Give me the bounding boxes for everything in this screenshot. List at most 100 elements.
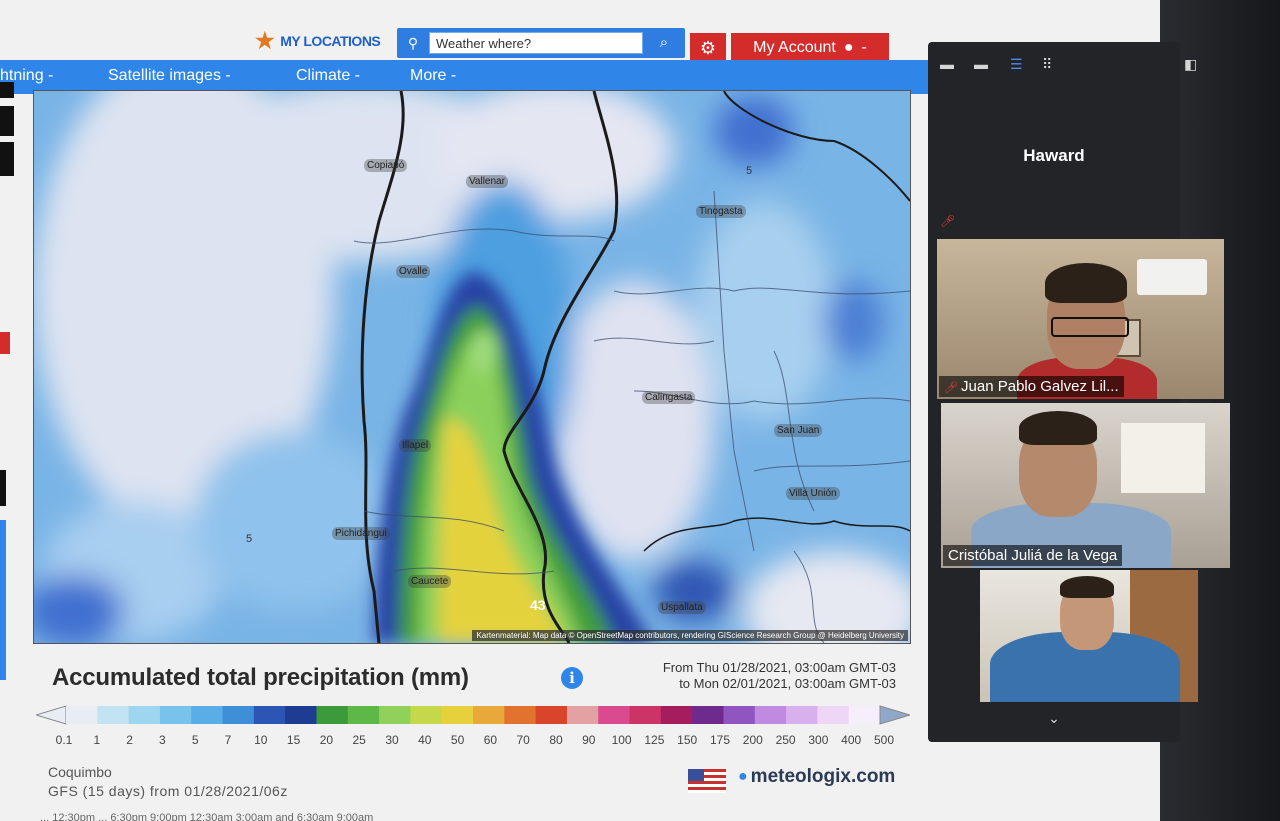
sidebar-tool[interactable] [0,470,6,506]
my-locations-link[interactable]: ★ MY LOCATIONS [255,28,381,54]
raindrop-icon: ● [738,768,748,785]
nav-more[interactable]: More - [410,67,456,85]
search-icon[interactable]: ⌕ [649,32,679,54]
video-call-panel: ▬ ▬ ☰ ⠿ ◧ Haward 🎤︎ 🎤︎ Juan Pablo Galvez… [928,42,1230,742]
scale-swatch [347,706,380,724]
search-input[interactable] [429,32,643,54]
scale-swatch [629,706,662,724]
scale-swatch [222,706,255,724]
main-nav: htning - Satellite images - Climate - Mo… [0,60,930,94]
scale-tick-label: 20 [319,733,334,747]
chevron-down-icon[interactable]: ⌄ [928,710,1180,727]
participant-tile[interactable]: Cristóbal Juliá de la Vega [941,403,1230,568]
map-value: 5 [746,165,753,177]
scale-tick-label: 15 [286,733,301,747]
model-info: GFS (15 days) from 01/28/2021/06z [48,783,288,799]
settings-button[interactable]: ⚙ [690,33,726,63]
city-label: Illapel [399,439,432,452]
map-value: 43 [530,597,546,613]
scale-swatch [754,706,787,724]
date-from: From Thu 01/28/2021, 03:00am GMT-03 [662,660,896,675]
info-icon[interactable]: i [561,667,583,689]
scale-tick-label: 200 [742,733,763,747]
scale-swatch [159,706,192,724]
city-label: Caucete [408,575,452,588]
my-locations-label: MY LOCATIONS [280,33,381,49]
scale-tick-label: 2 [126,733,133,747]
scale-tick-label: 400 [841,733,862,747]
city-label: Tinogasta [696,205,746,218]
scale-tick-label: 7 [224,733,232,747]
sidebar-marker[interactable] [0,332,10,354]
scale-tick-label: 125 [644,733,665,747]
site-header: ★ MY LOCATIONS ⚲ ⌕ ⚙ My Account ● - [0,28,930,63]
scale-swatch [379,706,411,724]
nav-climate[interactable]: Climate - [296,67,360,85]
scale-swatch [473,706,505,724]
scale-ticks: 0.1 1 2 3 5 7 10 15 20 25 30 40 50 60 70 80 90 100 125 150 1… [48,733,898,749]
sidebar-tool[interactable] [0,106,14,136]
date-range: From Thu 01/28/2021, 03:00am GMT-03 to M… [612,660,896,692]
scale-swatch [848,706,881,724]
minimize-icon[interactable]: ▬ [940,56,954,72]
scale-tick-label: 150 [677,733,698,747]
participant-name: 🎤︎ Juan Pablo Galvez Lil... [939,376,1124,397]
scale-swatch [566,706,599,724]
location-pin-icon: ⚲ [407,35,419,51]
city-label: Copiapó [364,159,408,172]
scale-swatch [410,706,443,724]
scale-tick-label: 300 [808,733,829,747]
person-hair [1019,411,1097,445]
scale-tick-label: 30 [385,733,399,747]
scale-swatch [66,706,98,724]
gallery-view-icon[interactable]: ⠿ [1042,56,1052,73]
shrink-icon[interactable]: ▬ [974,56,988,72]
muted-mic-icon: 🎤︎ [944,382,962,394]
scale-tick-label: 40 [418,733,432,747]
participant-name: Cristóbal Juliá de la Vega [943,545,1123,566]
person-hair [1060,576,1114,598]
person-hair [1045,263,1127,303]
location-name: Coquimbo [48,764,112,780]
city-label: Uspallata [658,601,706,614]
scale-swatch [660,706,693,724]
exit-icon[interactable]: ◧ [1184,56,1197,73]
scale-tick-label: 10 [254,733,268,747]
map-value: 5 [246,533,253,545]
nav-satellite-images[interactable]: Satellite images - [108,67,231,85]
scale-tick-label: 80 [549,733,563,747]
us-flag-icon[interactable] [688,769,726,793]
scale-swatch [191,706,224,724]
scale-swatch [128,706,161,724]
scale-tick-label: 60 [483,733,498,747]
scale-swatch [97,706,130,724]
dropdown-caret-icon: - [861,39,867,56]
sidebar-tool[interactable] [0,142,14,176]
scale-swatch [723,706,756,724]
legend-title: Accumulated total precipitation (mm) [52,664,469,691]
air-conditioner [1137,259,1207,295]
color-scale [36,705,910,725]
scale-swatch [598,706,631,724]
participant-tile[interactable]: 🎤︎ Juan Pablo Galvez Lil... [937,239,1224,399]
map-credit: Kartenmaterial: Map data © OpenStreetMap… [472,630,908,641]
my-account-button[interactable]: My Account ● - [731,33,889,63]
brand-logo[interactable]: ● meteologix.com [738,766,895,788]
user-icon: ● [843,39,854,56]
footer-note: ... 12:30pm ... 6:30pm 9:00pm 12:30am 3:… [40,812,374,821]
scale-swatch [504,706,537,724]
speaker-view-icon[interactable]: ☰ [1010,56,1023,73]
scale-tick-label: 1 [93,733,101,747]
scale-tick-label: 500 [873,733,895,747]
city-label: Ovalle [396,265,431,278]
precipitation-map[interactable]: Copiapó Vallenar Ovalle Illapel Pichidan… [33,90,911,644]
city-label: Calingasta [642,391,696,404]
participant-tile[interactable] [980,570,1198,702]
city-label: Villa Unión [786,487,840,500]
scale-tick-label: 3 [159,733,166,747]
scale-tick-label: 175 [709,733,731,747]
precipitation-overlay [34,91,910,643]
brand-name: meteologix.com [750,766,896,787]
sidebar-tool[interactable] [0,82,14,98]
date-to: to Mon 02/01/2021, 03:00am GMT-03 [679,676,896,691]
